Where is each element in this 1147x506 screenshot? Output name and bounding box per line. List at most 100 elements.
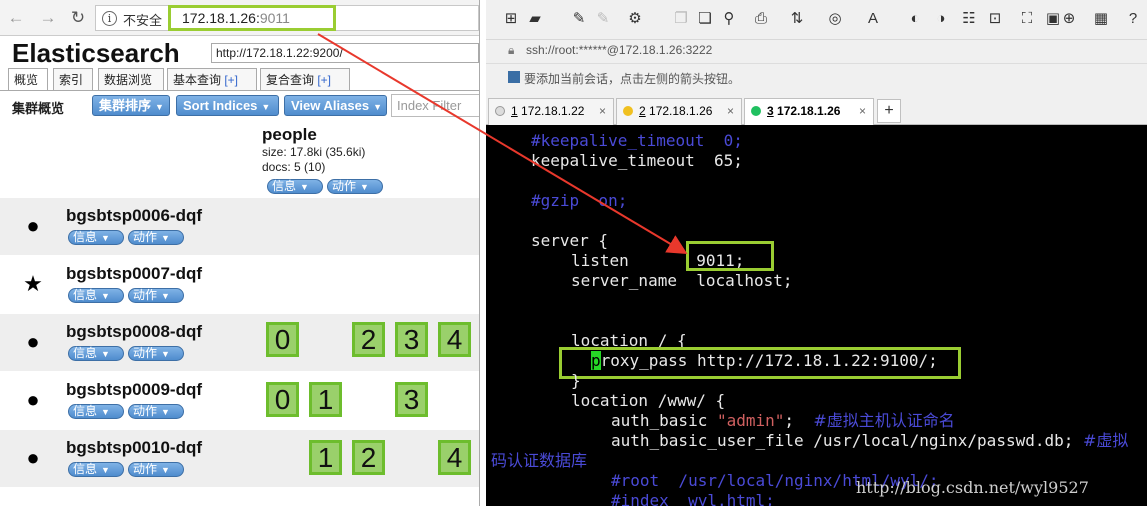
node-info-button[interactable]: 信息 ▼ xyxy=(68,346,124,361)
xftp-icon[interactable]: ◐ xyxy=(906,10,924,28)
shard-box[interactable]: 0 xyxy=(266,322,299,357)
terminal-line: #gzip on; xyxy=(531,191,628,210)
caret-down-icon: ▼ xyxy=(161,349,170,359)
shard-box[interactable]: 4 xyxy=(438,440,471,475)
node-action-button[interactable]: 动作 ▼ xyxy=(128,346,184,361)
button-label: 信息 xyxy=(272,179,297,193)
caret-down-icon: ▼ xyxy=(161,291,170,301)
terminal[interactable]: #keepalive_timeout 0; keepalive_timeout … xyxy=(486,125,1147,506)
tab-plus: [+] xyxy=(224,73,239,87)
overview-toolbar: 集群概览 集群排序 ▼ Sort Indices ▼ View Aliases ▼ I… xyxy=(0,92,479,120)
properties-icon[interactable]: ⚙ xyxy=(626,10,644,28)
tab-compound-query[interactable]: 复合查询 [+] xyxy=(260,68,350,90)
node-info-button[interactable]: 信息 ▼ xyxy=(68,288,124,303)
button-label: 动作 xyxy=(133,346,158,360)
proxy-highlight-box xyxy=(559,347,961,379)
url-text[interactable]: 172.18.1.26:9011 xyxy=(182,10,290,26)
index-filter-input[interactable]: Index Filter xyxy=(391,94,479,117)
node-circle-icon: ● xyxy=(26,387,40,412)
caret-down-icon: ▼ xyxy=(101,349,110,359)
shard-box[interactable]: 3 xyxy=(395,322,428,357)
close-icon[interactable]: × xyxy=(859,99,866,124)
caret-down-icon: ▼ xyxy=(373,102,382,112)
node-info-button[interactable]: 信息 ▼ xyxy=(68,404,124,419)
terminal-token: auth_basic_user_file /usr/local/nginx/pa… xyxy=(611,431,1084,450)
tab-basic-query[interactable]: 基本查询 [+] xyxy=(167,68,257,90)
connect-icon[interactable]: ✎ xyxy=(570,10,588,28)
copy-icon[interactable]: ❐ xyxy=(672,10,690,28)
shard-box[interactable]: 1 xyxy=(309,440,342,475)
lock-icon[interactable]: ⊡ xyxy=(986,10,1004,28)
session-icon[interactable] xyxy=(508,71,520,83)
add-tab-button[interactable]: + xyxy=(877,99,901,123)
help-icon[interactable]: ? xyxy=(1124,10,1142,28)
paste-icon[interactable]: ❏ xyxy=(696,10,714,28)
fullscreen-icon[interactable]: ⛶ xyxy=(1018,10,1036,28)
node-action-button[interactable]: 动作 ▼ xyxy=(128,404,184,419)
node-info-button[interactable]: 信息 ▼ xyxy=(68,462,124,477)
app-title: Elasticsearch xyxy=(12,38,180,68)
back-icon[interactable]: ← xyxy=(6,8,26,28)
close-icon[interactable]: × xyxy=(599,99,606,124)
info-icon[interactable]: i xyxy=(102,11,117,26)
node-action-button[interactable]: 动作 ▼ xyxy=(128,230,184,245)
xshell-window: ⊞ ▰ ✎ ✎ ⚙ ❐ ❏ ⚲ ⎙ ⇅ ◎ A ◐ ◑ ☷ ⊡ ⛶ ▣ ⊕ ▦ … xyxy=(486,0,1147,506)
screenshot-root: ← → ↻ i 不安全 172.18.1.26:9011 Elasticsear… xyxy=(0,0,1147,506)
caret-down-icon: ▼ xyxy=(161,407,170,417)
terminal-line: keepalive_timeout 65; xyxy=(531,151,743,170)
caret-down-icon: ▼ xyxy=(161,465,170,475)
tab-indices[interactable]: 索引 xyxy=(53,68,93,90)
node-circle-icon: ● xyxy=(26,445,40,470)
shard-box[interactable]: 1 xyxy=(309,382,342,417)
shard-box[interactable]: 3 xyxy=(395,382,428,417)
font-icon[interactable]: A xyxy=(864,10,882,28)
status-dot-icon xyxy=(495,106,505,116)
view-aliases-button[interactable]: View Aliases ▼ xyxy=(284,95,387,116)
node-row: ● bgsbtsp0009-dqf 信息 ▼ 动作 ▼ 0 1 3 xyxy=(0,372,479,429)
index-docs: docs: 5 (10) xyxy=(262,160,326,174)
disconnect-icon[interactable]: ✎ xyxy=(594,10,612,28)
button-label: 信息 xyxy=(73,462,98,476)
session-address-bar[interactable]: 🔒︎ ssh://root:******@172.18.1.26:3222 xyxy=(486,40,1147,64)
forward-icon[interactable]: → xyxy=(38,8,58,28)
sort-indices-button[interactable]: Sort Indices ▼ xyxy=(176,95,279,116)
ssh-url: ssh://root:******@172.18.1.26:3222 xyxy=(526,43,713,57)
open-folder-icon[interactable]: ▰ xyxy=(526,10,544,28)
index-action-button[interactable]: 动作 ▼ xyxy=(327,179,383,194)
session-tab[interactable]: 1 172.18.1.22 × xyxy=(488,98,614,125)
close-icon[interactable]: × xyxy=(727,99,734,124)
transfer-icon[interactable]: ⇅ xyxy=(788,10,806,28)
index-name: people xyxy=(262,125,317,144)
connect-url-input[interactable]: http://172.18.1.22:9200/ xyxy=(211,43,479,63)
find-icon[interactable]: ⚲ xyxy=(720,10,738,28)
shard-box[interactable]: 4 xyxy=(438,322,471,357)
terminal-line: server { xyxy=(531,231,609,250)
tab-overview[interactable]: 概览 xyxy=(8,68,48,90)
reload-icon[interactable]: ↻ xyxy=(68,8,88,28)
session-tab[interactable]: 2 172.18.1.26 × xyxy=(616,98,742,125)
node-action-button[interactable]: 动作 ▼ xyxy=(128,462,184,477)
url-port: 9011 xyxy=(259,10,290,26)
node-info-button[interactable]: 信息 ▼ xyxy=(68,230,124,245)
globe-icon[interactable]: ◎ xyxy=(826,10,844,28)
sort-cluster-button[interactable]: 集群排序 ▼ xyxy=(92,95,170,116)
print-icon[interactable]: ⎙ xyxy=(752,10,770,28)
script-icon[interactable]: ☷ xyxy=(960,10,978,28)
node-name: bgsbtsp0008-dqf xyxy=(66,322,203,341)
shard-box[interactable]: 2 xyxy=(352,322,385,357)
caret-down-icon: ▼ xyxy=(101,291,110,301)
session-tabs: 1 172.18.1.22 × 2 172.18.1.26 × 3 172.18… xyxy=(486,97,1147,125)
add-icon[interactable]: ⊕ xyxy=(1060,10,1078,28)
session-tab-active[interactable]: 3 172.18.1.26 × xyxy=(744,98,874,125)
shard-box[interactable]: 2 xyxy=(352,440,385,475)
address-bar[interactable]: i 不安全 172.18.1.26:9011 xyxy=(95,5,479,31)
warning-icon xyxy=(623,106,633,116)
shard-box[interactable]: 0 xyxy=(266,382,299,417)
xshell-icon[interactable]: ◑ xyxy=(932,10,950,28)
terminal-token: "admin" xyxy=(716,411,785,430)
tile-icon[interactable]: ▦ xyxy=(1092,10,1110,28)
tab-browser[interactable]: 数据浏览 xyxy=(98,68,164,90)
index-info-button[interactable]: 信息 ▼ xyxy=(267,179,323,194)
new-session-icon[interactable]: ⊞ xyxy=(502,10,520,28)
node-action-button[interactable]: 动作 ▼ xyxy=(128,288,184,303)
